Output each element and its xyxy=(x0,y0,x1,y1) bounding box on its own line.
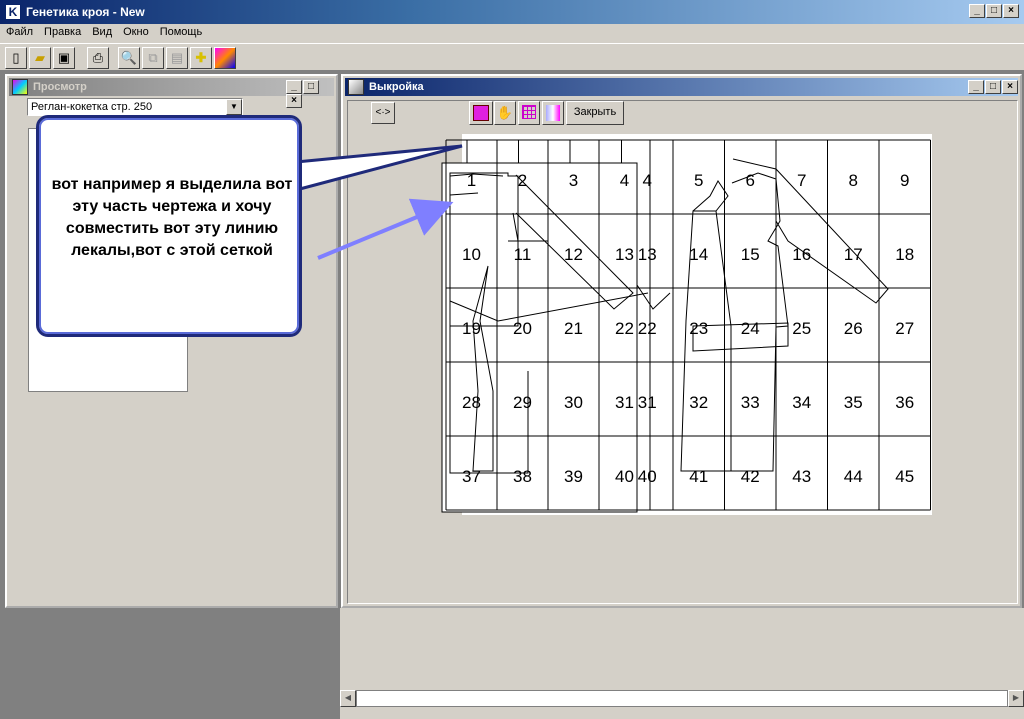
grid-cell-label: 27 xyxy=(895,319,914,338)
grid-cell-label: 41 xyxy=(689,467,708,486)
overlay-cell-label: 21 xyxy=(564,319,583,338)
callout-text: вот например я выделила вот эту часть че… xyxy=(51,176,293,259)
menu-view[interactable]: Вид xyxy=(86,24,117,38)
app-icon: K xyxy=(5,4,21,20)
grid-cell-label: 26 xyxy=(844,319,863,338)
overlay-cell-label: 38 xyxy=(513,467,532,486)
overlay-cell-label: 37 xyxy=(462,467,481,486)
grid-cell-label: 33 xyxy=(741,393,760,412)
app-title: Генетика кроя - New xyxy=(26,5,145,19)
pattern-window-controls: _ □ × xyxy=(967,80,1018,94)
pattern-select[interactable]: Реглан-кокетка стр. 250 ▼ xyxy=(27,98,243,116)
grid-cell-label: 17 xyxy=(844,245,863,264)
overlay-cell-label: 31 xyxy=(615,393,634,412)
grid-cell-label: 36 xyxy=(895,393,914,412)
toolbar: ▯ ▰ ▣ ⎙ 🔍 ⧉ ▤ ✚ xyxy=(0,43,1024,71)
pattern-title-bar[interactable]: Выкройка _ □ × xyxy=(345,78,1018,96)
preview-icon[interactable]: 🔍 xyxy=(118,47,140,69)
close-icon[interactable]: × xyxy=(286,94,302,108)
grid-cell-label: 13 xyxy=(638,245,657,264)
pattern-window-icon xyxy=(348,79,364,95)
open-icon[interactable]: ▰ xyxy=(29,47,51,69)
overlay-cell-label: 30 xyxy=(564,393,583,412)
grid-cell-label: 42 xyxy=(741,467,760,486)
save-icon[interactable]: ▣ xyxy=(53,47,75,69)
overlay-cell-label: 19 xyxy=(462,319,481,338)
close-icon[interactable]: × xyxy=(1003,4,1019,18)
grid-cell-label: 31 xyxy=(638,393,657,412)
grid-cell-label: 7 xyxy=(797,171,806,190)
paste-icon[interactable]: ▤ xyxy=(166,47,188,69)
grid-cell-label: 8 xyxy=(849,171,858,190)
overlay-cell-label: 10 xyxy=(462,245,481,264)
minimize-icon[interactable]: _ xyxy=(969,4,985,18)
overlay-cell-label: 39 xyxy=(564,467,583,486)
grid-cell-label: 15 xyxy=(741,245,760,264)
app-window-controls: _ □ × xyxy=(968,4,1019,18)
overlay-cell-label: 3 xyxy=(569,171,578,190)
maximize-icon[interactable]: □ xyxy=(986,4,1002,18)
menu-bar: Файл Правка Вид Окно Помощь xyxy=(0,24,1024,43)
overlay-cell-label: 13 xyxy=(615,245,634,264)
scroll-left-icon[interactable]: ◀ xyxy=(340,690,356,707)
grid-cell-label: 6 xyxy=(746,171,755,190)
overlay-cell-label: 40 xyxy=(615,467,634,486)
grid-cell-label: 40 xyxy=(638,467,657,486)
grid-cell-label: 32 xyxy=(689,393,708,412)
menu-window[interactable]: Окно xyxy=(117,24,154,38)
minimize-icon[interactable]: _ xyxy=(286,80,302,94)
grid-cell-label: 22 xyxy=(638,319,657,338)
copy-icon[interactable]: ⧉ xyxy=(142,47,164,69)
pattern-canvas: <·> ✋ Закрыть 12345678910111213141516171… xyxy=(347,100,1018,604)
overlay-cell-label: 20 xyxy=(513,319,532,338)
minimize-icon[interactable]: _ xyxy=(968,80,984,94)
menu-help[interactable]: Помощь xyxy=(154,24,208,38)
grid-cell-label: 14 xyxy=(689,245,708,264)
preview-title-bar[interactable]: Просмотр _ □× xyxy=(9,78,334,108)
image-icon[interactable] xyxy=(214,47,236,69)
callout-bubble: вот например я выделила вот эту часть че… xyxy=(36,115,302,337)
pattern-window: Выкройка _□× <·> ✋ Закрыть 1234567891011… xyxy=(341,74,1022,608)
overlay-cell-label: 11 xyxy=(514,245,532,264)
overlay-cell-label: 12 xyxy=(564,245,583,264)
new-icon[interactable]: ▯ xyxy=(5,47,27,69)
grid-cell-label: 25 xyxy=(792,319,811,338)
overlay-cell-label: 22 xyxy=(615,319,634,338)
grid-cell-label: 18 xyxy=(895,245,914,264)
scroll-right-icon[interactable]: ▶ xyxy=(1008,690,1024,707)
overlay-cell-label: 29 xyxy=(513,393,532,412)
horizontal-scrollbar[interactable]: ◀ ▶ xyxy=(340,690,1024,707)
menu-file[interactable]: Файл xyxy=(0,24,38,38)
print-icon[interactable]: ⎙ xyxy=(87,47,109,69)
menu-edit[interactable]: Правка xyxy=(38,24,86,38)
grid-cell-label: 45 xyxy=(895,467,914,486)
grid-cell-label: 43 xyxy=(792,467,811,486)
grid-cell-label: 44 xyxy=(844,467,863,486)
grid-cell-label: 5 xyxy=(694,171,703,190)
preview-window-controls: _ □× xyxy=(285,80,334,108)
preview-window-icon xyxy=(12,79,28,95)
scrollbar-thumb[interactable] xyxy=(356,690,1008,707)
maximize-icon[interactable]: □ xyxy=(985,80,1001,94)
grid-cell-label: 24 xyxy=(741,319,760,338)
grid-cell-label: 35 xyxy=(844,393,863,412)
pattern-select-value: Реглан-кокетка стр. 250 xyxy=(31,101,153,113)
close-icon[interactable]: × xyxy=(1002,80,1018,94)
grid-cell-label: 34 xyxy=(792,393,811,412)
grid-cell-label: 9 xyxy=(900,171,909,190)
maximize-icon[interactable]: □ xyxy=(303,80,319,94)
preview-title: Просмотр xyxy=(33,81,87,93)
pattern-drawing: 1234567891011121314151617181920212223242… xyxy=(441,134,932,515)
grid-cell-label: 4 xyxy=(643,171,652,190)
overlay-cell-label: 4 xyxy=(620,171,629,190)
pattern-title: Выкройка xyxy=(369,81,424,93)
overlay-cell-label: 2 xyxy=(518,171,527,190)
chevron-down-icon[interactable]: ▼ xyxy=(226,99,242,115)
grid-cell-label: 16 xyxy=(792,245,811,264)
ruler-icon[interactable]: ✚ xyxy=(190,47,212,69)
app-title-bar: K Генетика кроя - New _ □ × xyxy=(0,0,1024,24)
grid-cell-label: 23 xyxy=(689,319,708,338)
